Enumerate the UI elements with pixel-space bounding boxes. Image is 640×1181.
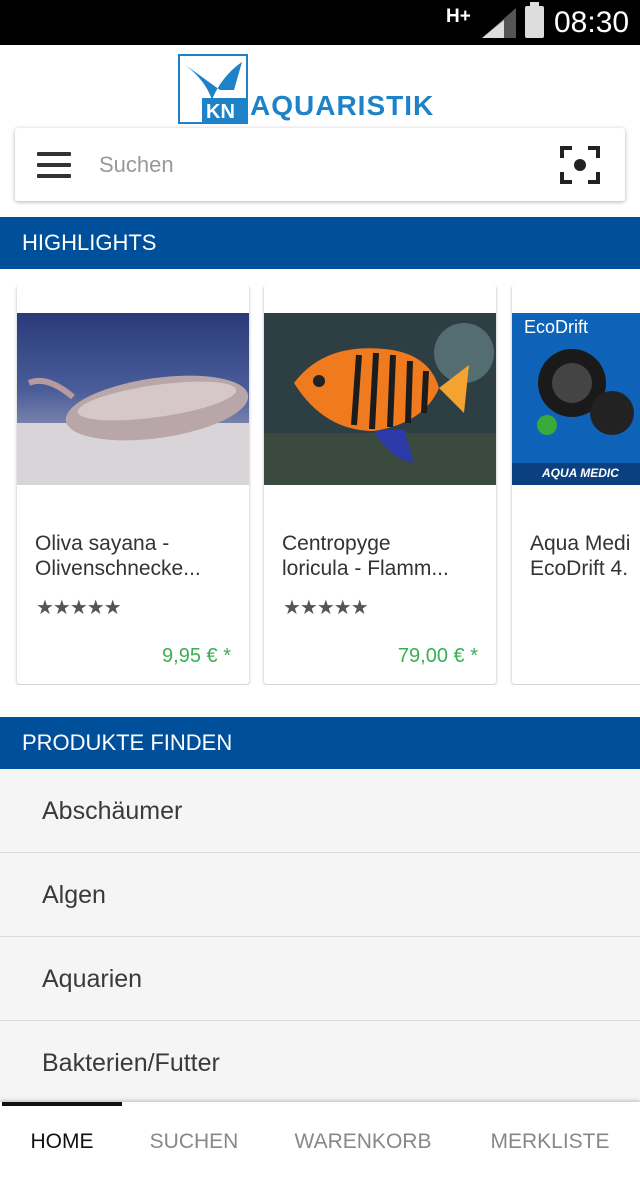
product-image-ecodrift: EcoDrift AQUA MEDIC	[512, 313, 640, 485]
image-label-ecodrift: EcoDrift	[524, 317, 588, 337]
tab-wishlist[interactable]: MERKLISTE	[476, 1102, 624, 1181]
menu-icon[interactable]	[37, 152, 71, 178]
battery-icon	[525, 2, 544, 38]
tab-home[interactable]: HOME	[2, 1102, 122, 1181]
product-price: 9,95 € *	[162, 645, 231, 667]
highlights-header: HIGHLIGHTS	[0, 217, 640, 269]
product-image-snail	[17, 313, 249, 485]
product-card[interactable]: Oliva sayana - Olivenschnecke... ★★★★★ 9…	[17, 285, 249, 684]
tab-cart[interactable]: WARENKORB	[280, 1102, 446, 1181]
find-products-header: PRODUKTE FINDEN	[0, 717, 640, 769]
product-name: Aqua Medi EcoDrift 4.	[530, 532, 631, 580]
product-name: Oliva sayana - Olivenschnecke...	[35, 532, 201, 580]
rating-stars: ★★★★★	[36, 597, 122, 619]
product-name: Centropyge loricula - Flamm...	[282, 532, 449, 580]
image-label-aquamedic: AQUA MEDIC	[541, 466, 619, 480]
logo-text: AQUARISTIK	[250, 90, 435, 121]
rating-stars: ★★★★★	[283, 597, 369, 619]
category-item[interactable]: Aquarien	[0, 937, 640, 1021]
brand-logo[interactable]: KN AQUARISTIK	[178, 54, 468, 126]
network-indicator: H+	[446, 6, 471, 27]
search-bar	[15, 128, 625, 201]
category-list: Abschäumer Algen Aquarien Bakterien/Futt…	[0, 769, 640, 1105]
product-card[interactable]: EcoDrift AQUA MEDIC Aqua Medi EcoDrift 4…	[512, 285, 640, 684]
logo-mark-text: KN	[206, 101, 235, 123]
category-item[interactable]: Abschäumer	[0, 769, 640, 853]
logo-mark-icon: KN	[178, 54, 248, 124]
tab-search[interactable]: SUCHEN	[134, 1102, 254, 1181]
category-item[interactable]: Bakterien/Futter	[0, 1021, 640, 1105]
product-image-angelfish	[264, 313, 496, 485]
clock: 08:30	[554, 6, 630, 39]
category-item[interactable]: Algen	[0, 853, 640, 937]
search-input[interactable]	[99, 144, 529, 186]
product-card[interactable]: Centropyge loricula - Flamm... ★★★★★ 79,…	[264, 285, 496, 684]
barcode-scan-icon[interactable]	[560, 146, 600, 184]
highlights-carousel[interactable]: Oliva sayana - Olivenschnecke... ★★★★★ 9…	[0, 285, 640, 685]
status-bar: H+ 08:30	[0, 0, 640, 45]
product-price: 79,00 € *	[397, 645, 478, 667]
signal-icon	[482, 8, 516, 38]
bottom-navigation: HOME SUCHEN WARENKORB MERKLISTE	[0, 1102, 640, 1181]
